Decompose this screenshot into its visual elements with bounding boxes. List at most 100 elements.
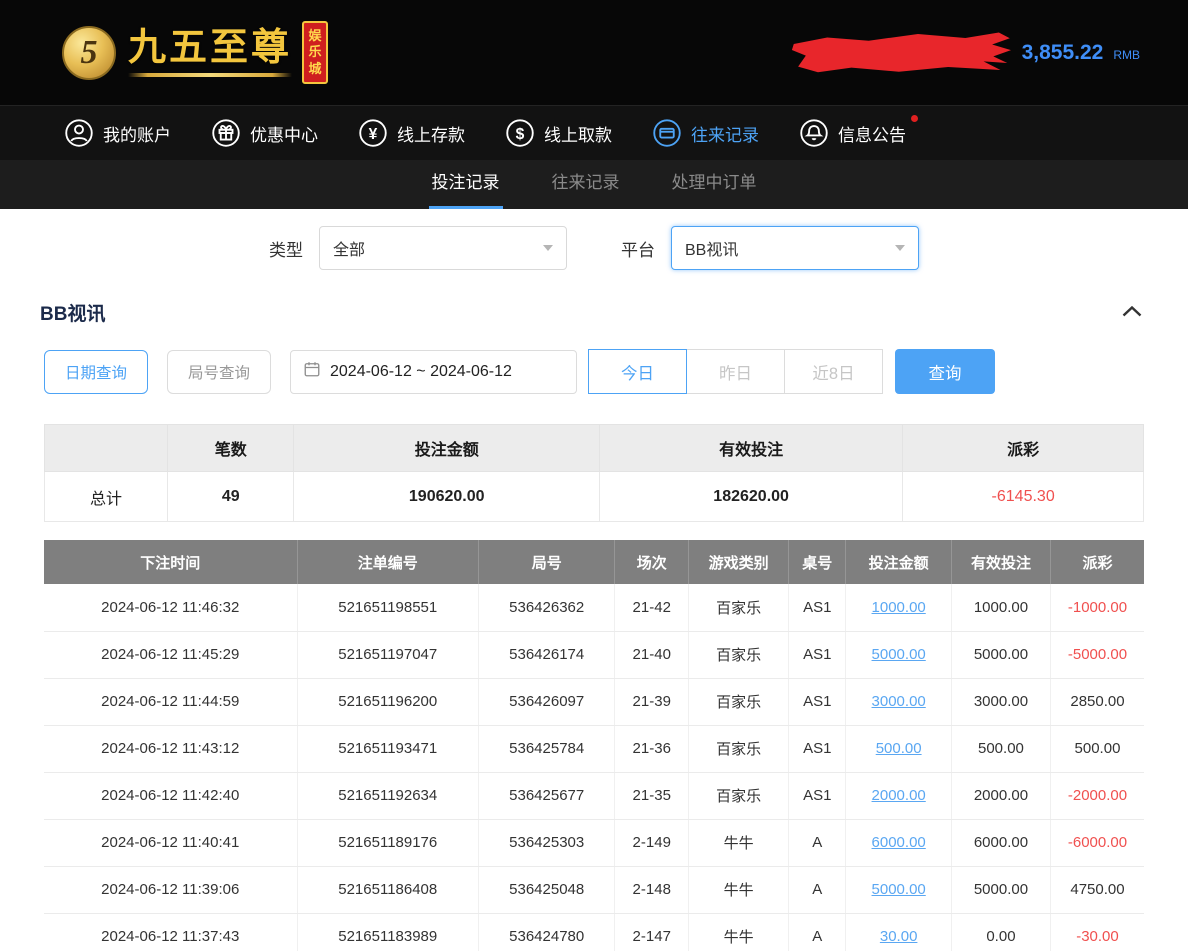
bet-amount-link[interactable]: 5000.00 xyxy=(846,631,952,678)
bet-records-table: 下注时间 注单编号 局号 场次 游戏类别 桌号 投注金额 有效投注 派彩 202… xyxy=(44,540,1144,951)
summary-table: 笔数 投注金额 有效投注 派彩 总计 49 190620.00 182620.0… xyxy=(44,424,1144,522)
bet-amount-link[interactable]: 30.00 xyxy=(846,913,952,951)
summary-header-count: 笔数 xyxy=(168,425,294,472)
tab-bet-records[interactable]: 投注记录 xyxy=(429,160,503,209)
cell-payout: -1000.00 xyxy=(1050,584,1144,631)
cell-order-no: 521651189176 xyxy=(297,819,479,866)
nav-item-announcements[interactable]: 信息公告 xyxy=(799,118,906,148)
nav-label: 优惠中心 xyxy=(250,121,318,146)
brand-badge: 娱乐城 xyxy=(302,21,328,84)
svg-text:$: $ xyxy=(516,126,525,143)
bet-amount-link[interactable]: 1000.00 xyxy=(846,584,952,631)
platform-select-value: BB视讯 xyxy=(685,236,738,260)
summary-count: 49 xyxy=(168,472,294,522)
bet-amount-link[interactable]: 5000.00 xyxy=(846,866,952,913)
cell-valid-bet: 2000.00 xyxy=(951,772,1050,819)
header-order-no: 注单编号 xyxy=(297,540,479,584)
type-select[interactable]: 全部 xyxy=(319,226,567,270)
cell-game-type: 牛牛 xyxy=(689,913,789,951)
type-select-value: 全部 xyxy=(333,236,365,260)
summary-valid-bet: 182620.00 xyxy=(599,472,902,522)
header-payout: 派彩 xyxy=(1050,540,1144,584)
cell-table-no: AS1 xyxy=(789,584,846,631)
type-filter-label: 类型 xyxy=(269,236,303,261)
bet-amount-link[interactable]: 2000.00 xyxy=(846,772,952,819)
header-session: 场次 xyxy=(615,540,689,584)
summary-total-row: 总计 49 190620.00 182620.00 -6145.30 xyxy=(45,472,1144,522)
today-button[interactable]: 今日 xyxy=(588,349,687,394)
last-8-days-button[interactable]: 近8日 xyxy=(784,349,883,394)
cell-table-no: A xyxy=(789,866,846,913)
cell-game-type: 百家乐 xyxy=(689,631,789,678)
platform-select[interactable]: BB视讯 xyxy=(671,226,919,270)
header-valid-bet: 有效投注 xyxy=(951,540,1050,584)
summary-total-label: 总计 xyxy=(45,472,168,522)
table-row: 2024-06-12 11:44:59 521651196200 5364260… xyxy=(44,678,1144,725)
cell-session: 2-147 xyxy=(615,913,689,951)
nav-item-transfer-records[interactable]: 往来记录 xyxy=(652,118,759,148)
svg-text:¥: ¥ xyxy=(369,126,378,143)
table-row: 2024-06-12 11:40:41 521651189176 5364253… xyxy=(44,819,1144,866)
table-row: 2024-06-12 11:39:06 521651186408 5364250… xyxy=(44,866,1144,913)
nav-label: 我的账户 xyxy=(103,121,171,146)
section-title: BB视讯 xyxy=(40,299,105,326)
cell-game-type: 百家乐 xyxy=(689,772,789,819)
brand-logo[interactable]: 5 九五至尊 娱乐城 xyxy=(62,21,328,84)
cell-order-no: 521651197047 xyxy=(297,631,479,678)
table-row: 2024-06-12 11:43:12 521651193471 5364257… xyxy=(44,725,1144,772)
cell-bet-time: 2024-06-12 11:44:59 xyxy=(44,678,297,725)
redacted-username-scribble xyxy=(789,30,1012,76)
round-query-button[interactable]: 局号查询 xyxy=(167,350,271,394)
top-header: 5 九五至尊 娱乐城 3,855.22 RMB xyxy=(0,0,1188,105)
chevron-down-icon xyxy=(895,245,905,251)
cell-valid-bet: 5000.00 xyxy=(951,631,1050,678)
nav-item-my-account[interactable]: 我的账户 xyxy=(64,118,171,148)
cell-bet-time: 2024-06-12 11:37:43 xyxy=(44,913,297,951)
bet-amount-link[interactable]: 3000.00 xyxy=(846,678,952,725)
summary-header-payout: 派彩 xyxy=(903,425,1144,472)
nav-item-promotions[interactable]: 优惠中心 xyxy=(211,118,318,148)
deposit-coin-icon: ¥ xyxy=(358,118,388,148)
cell-payout: 4750.00 xyxy=(1050,866,1144,913)
cell-table-no: A xyxy=(789,913,846,951)
table-row: 2024-06-12 11:46:32 521651198551 5364263… xyxy=(44,584,1144,631)
summary-bet-amount: 190620.00 xyxy=(294,472,600,522)
nav-item-deposit[interactable]: ¥ 线上存款 xyxy=(358,118,465,148)
cell-game-type: 牛牛 xyxy=(689,819,789,866)
notification-dot xyxy=(911,115,918,122)
cell-order-no: 521651198551 xyxy=(297,584,479,631)
cell-table-no: A xyxy=(789,819,846,866)
withdraw-coin-icon: $ xyxy=(505,118,535,148)
nav-item-withdraw[interactable]: $ 线上取款 xyxy=(505,118,612,148)
tab-transfer-records[interactable]: 往来记录 xyxy=(549,160,623,209)
bet-table-body: 2024-06-12 11:46:32 521651198551 5364263… xyxy=(44,584,1144,951)
table-row: 2024-06-12 11:45:29 521651197047 5364261… xyxy=(44,631,1144,678)
bet-amount-link[interactable]: 500.00 xyxy=(846,725,952,772)
chevron-up-icon[interactable] xyxy=(1118,300,1146,326)
record-tabs: 投注记录 往来记录 处理中订单 xyxy=(0,160,1188,209)
balance-area: 3,855.22 RMB xyxy=(790,32,1140,74)
cell-valid-bet: 1000.00 xyxy=(951,584,1050,631)
cell-valid-bet: 5000.00 xyxy=(951,866,1050,913)
bet-amount-link[interactable]: 6000.00 xyxy=(846,819,952,866)
tab-pending-orders[interactable]: 处理中订单 xyxy=(669,160,760,209)
summary-header-bet-amount: 投注金额 xyxy=(294,425,600,472)
date-range-input[interactable]: 2024-06-12 ~ 2024-06-12 xyxy=(290,350,577,394)
cell-table-no: AS1 xyxy=(789,772,846,819)
cell-table-no: AS1 xyxy=(789,678,846,725)
cell-payout: -30.00 xyxy=(1050,913,1144,951)
header-round-no: 局号 xyxy=(479,540,615,584)
search-button[interactable]: 查询 xyxy=(895,349,995,394)
date-range-value: 2024-06-12 ~ 2024-06-12 xyxy=(330,363,512,381)
header-game-type: 游戏类别 xyxy=(689,540,789,584)
header-bet-amount: 投注金额 xyxy=(846,540,952,584)
cell-valid-bet: 3000.00 xyxy=(951,678,1050,725)
yesterday-button[interactable]: 昨日 xyxy=(686,349,785,394)
cell-order-no: 521651196200 xyxy=(297,678,479,725)
cell-order-no: 521651183989 xyxy=(297,913,479,951)
nav-label: 往来记录 xyxy=(691,121,759,146)
cell-round-no: 536424780 xyxy=(479,913,615,951)
cell-valid-bet: 500.00 xyxy=(951,725,1050,772)
date-query-button[interactable]: 日期查询 xyxy=(44,350,148,394)
cell-bet-time: 2024-06-12 11:39:06 xyxy=(44,866,297,913)
